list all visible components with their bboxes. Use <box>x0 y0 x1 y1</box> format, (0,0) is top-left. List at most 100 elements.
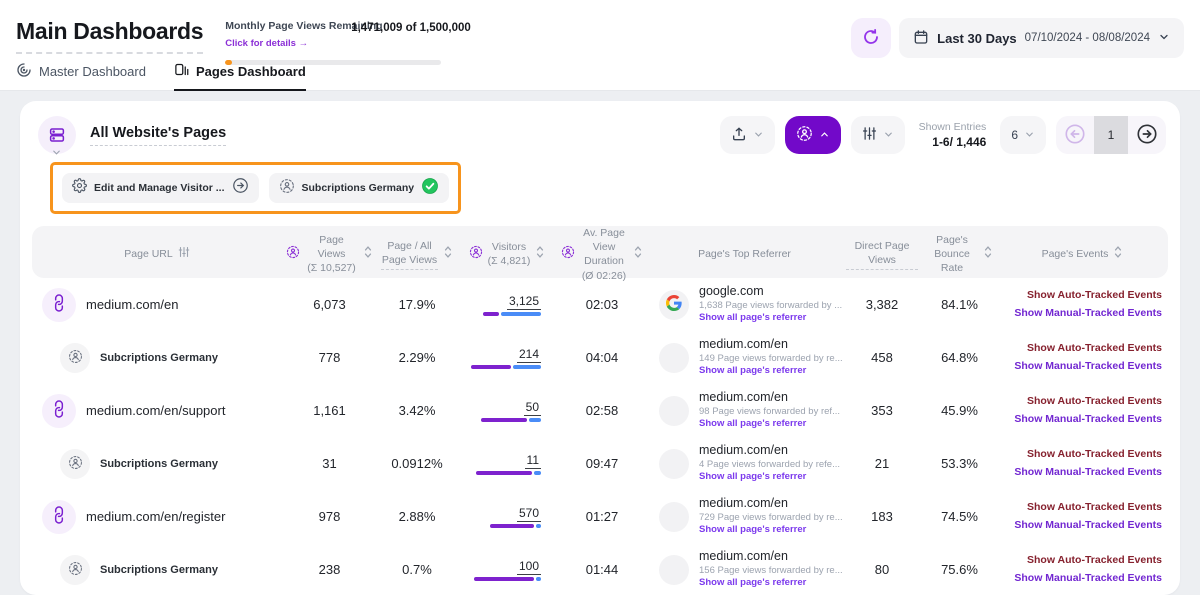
page-url-cell[interactable]: medium.com/en <box>32 288 282 322</box>
link-icon-wrap <box>42 288 76 322</box>
visitors-value: 50 <box>524 400 541 416</box>
referrer-title: google.com <box>699 284 842 300</box>
filter-sliders-icon[interactable] <box>178 246 190 262</box>
next-page-button[interactable] <box>1128 116 1166 154</box>
check-circle-icon[interactable] <box>421 177 439 200</box>
sort-icon[interactable] <box>363 245 373 263</box>
show-auto-tracked-events-link[interactable]: Show Auto-Tracked Events <box>997 340 1162 357</box>
sort-icon[interactable] <box>983 245 993 263</box>
direct-views-value: 21 <box>842 456 922 471</box>
tab-label: Master Dashboard <box>39 64 146 79</box>
tab-pages-dashboard[interactable]: Pages Dashboard <box>174 62 306 91</box>
show-manual-tracked-events-link[interactable]: Show Manual-Tracked Events <box>997 464 1162 481</box>
chevron-down-icon[interactable] <box>51 145 62 163</box>
arrow-right-circle-icon[interactable] <box>232 177 249 199</box>
table-row: medium.com/en/register 978 2.88% 570 01:… <box>32 490 1168 543</box>
visitors-bar-blue <box>536 577 541 581</box>
user-dashed-icon <box>796 125 813 145</box>
column-header-page-views[interactable]: Page Views(Σ 10,527) <box>282 233 377 276</box>
page-views-value: 6,073 <box>282 297 377 312</box>
column-header-duration[interactable]: Av. Page View Duration(Ø 02:26) <box>557 226 647 283</box>
user-dashed-icon <box>286 245 300 263</box>
filter-chip-visitor-actions[interactable]: Edit and Manage Visitor ... <box>62 173 259 203</box>
show-auto-tracked-events-link[interactable]: Show Auto-Tracked Events <box>997 552 1162 569</box>
shown-entries-value: 1-6/ 1,446 <box>919 134 987 150</box>
show-manual-tracked-events-link[interactable]: Show Manual-Tracked Events <box>997 358 1162 375</box>
table-header: Page URL Page Views(Σ 10,527) <box>32 226 1168 278</box>
sort-icon[interactable] <box>535 245 545 263</box>
visitors-bar-purple <box>471 365 511 369</box>
show-all-referrers-link[interactable]: Show all page's referrer <box>699 418 840 430</box>
show-auto-tracked-events-link[interactable]: Show Auto-Tracked Events <box>997 499 1162 516</box>
visitors-value: 3,125 <box>507 294 541 310</box>
page-url-cell[interactable]: Subcriptions Germany <box>32 449 282 479</box>
column-header-page-url[interactable]: Page URL <box>32 246 282 262</box>
column-header-events[interactable]: Page's Events <box>997 245 1168 263</box>
tab-master-dashboard[interactable]: Master Dashboard <box>16 62 146 90</box>
direct-views-value: 183 <box>842 509 922 524</box>
prev-page-button[interactable] <box>1056 116 1094 154</box>
row-title: Subcriptions Germany <box>100 352 218 364</box>
show-all-referrers-link[interactable]: Show all page's referrer <box>699 471 840 483</box>
page-size-select[interactable]: 6 <box>1000 116 1046 154</box>
refresh-button[interactable] <box>851 18 891 58</box>
show-auto-tracked-events-link[interactable]: Show Auto-Tracked Events <box>997 393 1162 410</box>
row-title: medium.com/en <box>86 297 178 312</box>
visitors-value: 11 <box>525 453 541 469</box>
page-url-cell[interactable]: Subcriptions Germany <box>32 343 282 373</box>
page-url-cell[interactable]: medium.com/en/support <box>32 394 282 428</box>
visitors-bar-purple <box>483 312 499 316</box>
show-auto-tracked-events-link[interactable]: Show Auto-Tracked Events <box>997 446 1162 463</box>
arrow-right-circle-icon <box>1136 123 1158 148</box>
sort-icon[interactable] <box>633 245 643 263</box>
visitors-bar-blue <box>536 524 541 528</box>
page-url-cell[interactable]: Subcriptions Germany <box>32 555 282 585</box>
visitors-bar-purple <box>490 524 534 528</box>
visitor-segment-button[interactable] <box>785 116 841 154</box>
shown-entries: Shown Entries 1-6/ 1,446 <box>919 120 987 150</box>
visitors-cell: 3,125 <box>457 294 557 316</box>
referrer-icon-wrap <box>659 449 689 479</box>
sort-icon[interactable] <box>1113 245 1123 263</box>
show-manual-tracked-events-link[interactable]: Show Manual-Tracked Events <box>997 305 1162 322</box>
filter-chip-segment[interactable]: Subcriptions Germany <box>269 173 450 203</box>
link-icon <box>51 507 67 526</box>
show-manual-tracked-events-link[interactable]: Show Manual-Tracked Events <box>997 570 1162 587</box>
current-page[interactable]: 1 <box>1094 116 1128 154</box>
visitors-bar-blue <box>501 312 541 316</box>
column-header-direct-views[interactable]: Direct Page Views <box>842 239 922 270</box>
export-button[interactable] <box>720 116 775 154</box>
referrer-subtitle: 1,638 Page views forwarded by ... <box>699 300 842 312</box>
show-all-referrers-link[interactable]: Show all page's referrer <box>699 524 843 536</box>
column-header-page-share[interactable]: Page / All Page Views <box>377 239 457 270</box>
show-all-referrers-link[interactable]: Show all page's referrer <box>699 577 843 589</box>
visitors-bar-blue <box>534 471 541 475</box>
show-all-referrers-link[interactable]: Show all page's referrer <box>699 365 843 377</box>
chevron-down-icon <box>753 128 764 143</box>
pages-table: Page URL Page Views(Σ 10,527) <box>20 222 1180 595</box>
events-cell: Show Auto-Tracked Events Show Manual-Tra… <box>997 340 1168 375</box>
visitors-bar-blue <box>513 365 541 369</box>
filters-highlight-box: Edit and Manage Visitor ... Subcriptions… <box>50 162 461 214</box>
referrer-title: medium.com/en <box>699 496 843 512</box>
user-dashed-icon <box>68 349 83 367</box>
sort-icon[interactable] <box>443 245 453 263</box>
show-manual-tracked-events-link[interactable]: Show Manual-Tracked Events <box>997 517 1162 534</box>
show-all-referrers-link[interactable]: Show all page's referrer <box>699 312 842 324</box>
user-dashed-icon <box>68 455 83 473</box>
column-header-bounce-rate[interactable]: Page's Bounce Rate <box>922 233 997 276</box>
date-range-picker[interactable]: Last 30 Days 07/10/2024 - 08/08/2024 <box>899 18 1184 58</box>
show-auto-tracked-events-link[interactable]: Show Auto-Tracked Events <box>997 287 1162 304</box>
page-share-value: 0.7% <box>377 562 457 577</box>
column-header-top-referrer[interactable]: Page's Top Referrer <box>647 247 842 261</box>
arrow-left-circle-icon <box>1064 123 1086 148</box>
show-manual-tracked-events-link[interactable]: Show Manual-Tracked Events <box>997 411 1162 428</box>
events-cell: Show Auto-Tracked Events Show Manual-Tra… <box>997 499 1168 534</box>
column-settings-button[interactable] <box>851 116 905 154</box>
bounce-rate-value: 74.5% <box>922 509 997 524</box>
link-icon <box>51 401 67 420</box>
direct-views-value: 80 <box>842 562 922 577</box>
quota-details-link[interactable]: Click for details → <box>225 38 308 49</box>
page-url-cell[interactable]: medium.com/en/register <box>32 500 282 534</box>
column-header-visitors[interactable]: Visitors(Σ 4,821) <box>457 240 557 268</box>
